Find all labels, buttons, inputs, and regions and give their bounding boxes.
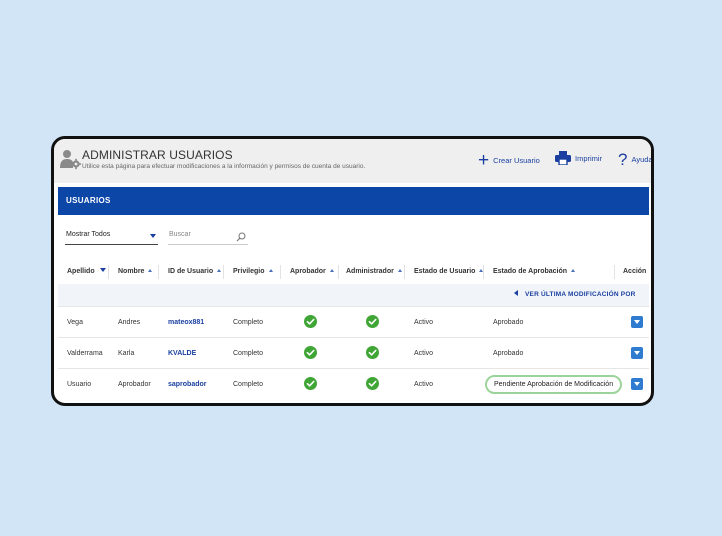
column-divider bbox=[338, 265, 339, 279]
user-gear-icon bbox=[60, 150, 81, 170]
search-input[interactable]: Buscar bbox=[168, 231, 248, 245]
cell-privilegio: Completo bbox=[233, 381, 263, 388]
check-circle-icon bbox=[366, 315, 379, 328]
section-header: USUARIOS bbox=[58, 187, 649, 215]
column-header-aprobador[interactable]: Aprobador bbox=[290, 261, 334, 283]
help-label: Ayuda bbox=[631, 155, 653, 164]
row-action-button[interactable] bbox=[631, 378, 643, 390]
chevron-left-icon bbox=[514, 290, 518, 297]
chevron-down-icon bbox=[634, 351, 640, 355]
column-divider bbox=[108, 265, 109, 279]
check-circle-icon bbox=[366, 377, 379, 390]
cell-privilegio: Completo bbox=[233, 319, 263, 326]
pending-approval-badge: Pendiente Aprobación de Modificación bbox=[485, 375, 623, 394]
check-circle-icon bbox=[304, 346, 317, 359]
table-row[interactable]: Vega Andres mateox881 Completo Activo Ap… bbox=[58, 306, 649, 337]
cell-estado-aprobacion: Aprobado bbox=[493, 350, 524, 357]
check-circle-icon bbox=[304, 377, 317, 390]
cell-estado-aprobacion: Aprobado bbox=[493, 319, 524, 326]
cell-apellido: Vega bbox=[67, 319, 83, 326]
sort-asc-icon bbox=[217, 268, 222, 272]
column-divider bbox=[280, 265, 281, 279]
section-title: USUARIOS bbox=[66, 196, 111, 205]
cell-privilegio: Completo bbox=[233, 350, 263, 357]
cell-apellido: Valderrama bbox=[67, 350, 103, 357]
plus-icon: + bbox=[478, 150, 490, 171]
column-divider bbox=[483, 265, 484, 279]
question-icon: ? bbox=[618, 150, 628, 169]
column-header-nombre[interactable]: Nombre bbox=[118, 261, 153, 283]
page-subtitle: Utilice esta página para efectuar modifi… bbox=[82, 163, 366, 170]
table-row[interactable]: Usuario Aprobador saprobador Completo Ac… bbox=[58, 368, 649, 399]
search-icon[interactable] bbox=[236, 232, 246, 242]
cell-user-id-link[interactable]: KVALDE bbox=[168, 338, 196, 369]
table-header: Apellido Nombre ID de Usuario Privilegio… bbox=[58, 261, 649, 283]
column-header-privilegio[interactable]: Privilegio bbox=[233, 261, 273, 283]
cell-estado-usuario: Activo bbox=[414, 319, 434, 326]
table-subheader: VER ÚLTIMA MODIFICACIÓN POR bbox=[58, 284, 649, 306]
app-window: ADMINISTRAR USUARIOS Utilice esta página… bbox=[51, 136, 654, 406]
show-filter-value: Mostrar Todos bbox=[66, 231, 111, 238]
table-row[interactable]: Valderrama Karla KVALDE Completo Activo … bbox=[58, 337, 649, 368]
chevron-down-icon bbox=[634, 320, 640, 324]
column-header-administrador[interactable]: Administrador bbox=[346, 261, 402, 283]
column-divider bbox=[223, 265, 224, 279]
cell-estado-usuario: Activo bbox=[414, 381, 434, 388]
cell-apellido: Usuario bbox=[67, 381, 92, 388]
column-divider bbox=[404, 265, 405, 279]
caret-down-icon bbox=[150, 234, 156, 238]
show-filter-dropdown[interactable]: Mostrar Todos bbox=[65, 231, 158, 245]
sort-asc-icon bbox=[397, 268, 402, 272]
print-label: Imprimir bbox=[575, 153, 603, 163]
check-circle-icon bbox=[366, 346, 379, 359]
check-circle-icon bbox=[304, 315, 317, 328]
column-header-estado-usuario[interactable]: Estado de Usuario bbox=[414, 261, 484, 283]
sort-desc-icon bbox=[99, 268, 106, 273]
cell-nombre: Aprobador bbox=[118, 381, 151, 388]
column-header-id[interactable]: ID de Usuario bbox=[168, 261, 222, 283]
create-user-label: Crear Usuario bbox=[493, 156, 540, 165]
sort-asc-icon bbox=[571, 268, 576, 272]
column-divider bbox=[614, 265, 615, 279]
column-header-estado-aprobacion[interactable]: Estado de Aprobación bbox=[493, 261, 576, 283]
sort-asc-icon bbox=[329, 268, 334, 272]
column-header-accion: Acción bbox=[623, 268, 647, 275]
print-button[interactable]: Imprimir bbox=[555, 151, 602, 165]
search-placeholder: Buscar bbox=[169, 231, 191, 238]
printer-icon bbox=[555, 151, 571, 165]
help-button[interactable]: ? Ayuda bbox=[618, 150, 653, 169]
cell-nombre: Karla bbox=[118, 350, 135, 357]
cell-nombre: Andres bbox=[118, 319, 141, 326]
cell-user-id-link[interactable]: saprobador bbox=[168, 369, 207, 400]
row-action-button[interactable] bbox=[631, 316, 643, 328]
cell-user-id-link[interactable]: mateox881 bbox=[168, 307, 204, 338]
column-header-apellido[interactable]: Apellido bbox=[67, 261, 106, 283]
top-bar: ADMINISTRAR USUARIOS Utilice esta página… bbox=[54, 139, 651, 183]
sort-asc-icon bbox=[268, 268, 273, 272]
create-user-button[interactable]: + Crear Usuario bbox=[478, 151, 540, 170]
cell-estado-usuario: Activo bbox=[414, 350, 434, 357]
last-modified-link[interactable]: VER ÚLTIMA MODIFICACIÓN POR bbox=[514, 290, 635, 298]
chevron-down-icon bbox=[634, 382, 640, 386]
column-divider bbox=[158, 265, 159, 279]
sort-asc-icon bbox=[148, 268, 153, 272]
page-title: ADMINISTRAR USUARIOS bbox=[82, 148, 233, 162]
row-action-button[interactable] bbox=[631, 347, 643, 359]
